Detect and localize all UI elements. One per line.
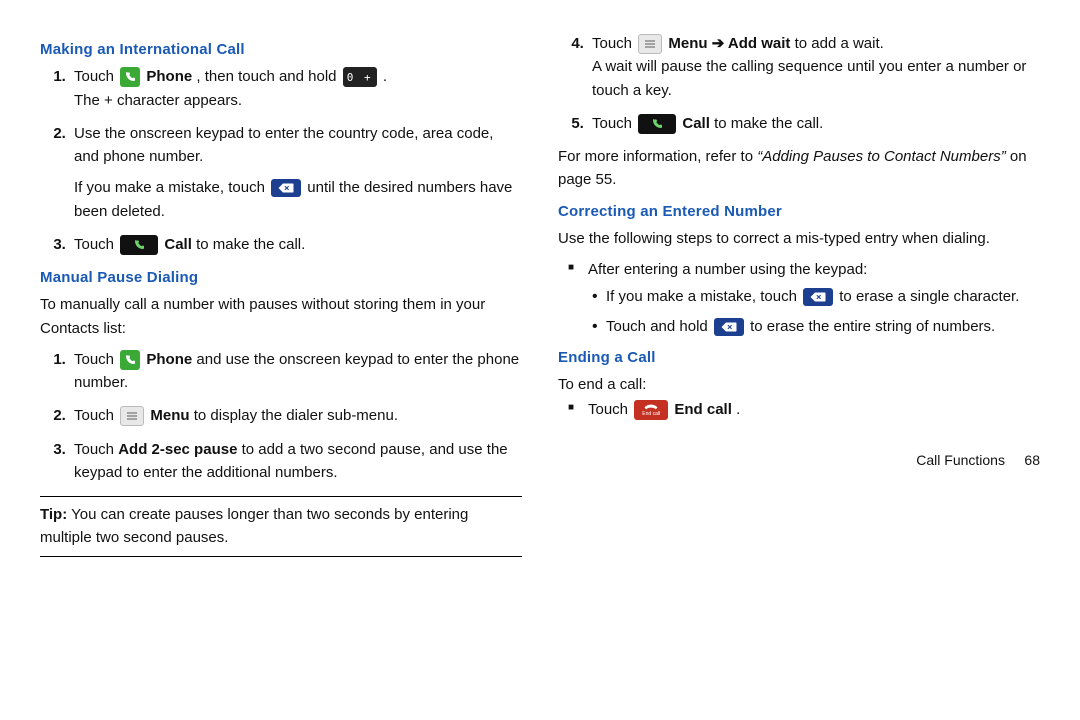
mistake-note: If you make a mistake, touch until the d… xyxy=(74,176,522,223)
text: to erase a single character. xyxy=(839,288,1019,305)
text: Touch xyxy=(74,68,118,85)
text: Touch and hold xyxy=(606,318,712,335)
corr-intro: Use the following steps to correct a mis… xyxy=(558,227,1040,250)
left-column: Making an International Call Touch Phone… xyxy=(40,30,522,557)
add-wait-label: Add wait xyxy=(728,35,791,52)
corr-sub-1: If you make a mistake, touch to erase a … xyxy=(606,285,1040,308)
text: Touch xyxy=(74,236,118,253)
call-button-icon xyxy=(638,114,676,134)
text: and use the onscreen keypad to enter the… xyxy=(74,351,519,391)
phone-label: Phone xyxy=(146,351,192,368)
heading-correcting-number: Correcting an Entered Number xyxy=(558,200,1040,223)
backspace-icon xyxy=(271,179,301,197)
text: The + character appears. xyxy=(74,89,522,112)
zero-key-icon: 0 + xyxy=(343,67,377,87)
backspace-icon xyxy=(714,318,744,336)
ref-title: “Adding Pauses to Contact Numbers” xyxy=(757,148,1005,165)
footer-page: 68 xyxy=(1024,452,1040,468)
intl-steps-list: Touch Phone , then touch and hold 0 + . … xyxy=(40,65,522,256)
tip-text: You can create pauses longer than two se… xyxy=(40,506,468,546)
heading-manual-pause: Manual Pause Dialing xyxy=(40,266,522,289)
footer-section: Call Functions xyxy=(916,452,1005,468)
mpd-step-2: Touch Menu to display the dialer sub-men… xyxy=(70,404,522,427)
mpd-step-3: Touch Add 2-sec pause to add a two secon… xyxy=(70,438,522,485)
text: . xyxy=(736,401,740,418)
heading-international-call: Making an International Call xyxy=(40,38,522,61)
text: Touch xyxy=(592,115,636,132)
corr-item: After entering a number using the keypad… xyxy=(588,258,1040,338)
text: to make the call. xyxy=(196,236,305,253)
arrow: ➔ xyxy=(712,35,728,52)
corr-list: After entering a number using the keypad… xyxy=(558,258,1040,338)
text: After entering a number using the keypad… xyxy=(588,261,867,278)
text: Touch xyxy=(74,351,118,368)
tip-label: Tip: xyxy=(40,506,67,523)
menu-label: Menu xyxy=(150,407,189,424)
text: Touch xyxy=(74,441,118,458)
text: to erase the entire string of numbers. xyxy=(750,318,995,335)
two-column-layout: Making an International Call Touch Phone… xyxy=(40,30,1040,557)
text: If you make a mistake, touch xyxy=(606,288,801,305)
wait-note: A wait will pause the calling sequence u… xyxy=(592,55,1040,102)
intl-step-2: Use the onscreen keypad to enter the cou… xyxy=(70,122,522,223)
text: to add a wait. xyxy=(795,35,884,52)
backspace-icon xyxy=(803,288,833,306)
phone-label: Phone xyxy=(146,68,192,85)
heading-ending-call: Ending a Call xyxy=(558,346,1040,369)
text: Touch xyxy=(74,407,118,424)
end-call-label: End call xyxy=(674,401,732,418)
end-intro: To end a call: xyxy=(558,373,1040,396)
call-label: Call xyxy=(164,236,192,253)
corr-sub-2: Touch and hold to erase the entire strin… xyxy=(606,315,1040,338)
add-pause-label: Add 2-sec pause xyxy=(118,441,237,458)
mpd-intro: To manually call a number with pauses wi… xyxy=(40,293,522,340)
page-footer: Call Functions 68 xyxy=(558,450,1040,472)
intl-step-1: Touch Phone , then touch and hold 0 + . … xyxy=(70,65,522,112)
menu-icon xyxy=(120,406,144,426)
mpd-step-5: Touch Call to make the call. xyxy=(588,112,1040,135)
mpd-step-1: Touch Phone and use the onscreen keypad … xyxy=(70,348,522,395)
text: If you make a mistake, touch xyxy=(74,179,269,196)
text: For more information, refer to xyxy=(558,148,757,165)
call-button-icon xyxy=(120,235,158,255)
text: Use the onscreen keypad to enter the cou… xyxy=(74,125,493,165)
phone-app-icon xyxy=(120,350,140,370)
tip-box: Tip: You can create pauses longer than t… xyxy=(40,496,522,557)
text: to make the call. xyxy=(714,115,823,132)
mpd-step-4: Touch Menu ➔ Add wait to add a wait. A w… xyxy=(588,32,1040,102)
mpd-steps-list: Touch Phone and use the onscreen keypad … xyxy=(40,348,522,484)
corr-sublist: If you make a mistake, touch to erase a … xyxy=(588,285,1040,338)
menu-icon xyxy=(638,34,662,54)
text: Touch xyxy=(588,401,632,418)
right-column: Touch Menu ➔ Add wait to add a wait. A w… xyxy=(558,30,1040,557)
text: to display the dialer sub-menu. xyxy=(194,407,398,424)
cross-reference: For more information, refer to “Adding P… xyxy=(558,145,1040,192)
mpd-steps-continued: Touch Menu ➔ Add wait to add a wait. A w… xyxy=(558,32,1040,135)
text: , then touch and hold xyxy=(196,68,340,85)
end-list: Touch End call End call . xyxy=(558,398,1040,421)
end-call-icon: End call xyxy=(634,400,668,420)
menu-label: Menu xyxy=(668,35,707,52)
text: Touch xyxy=(592,35,636,52)
phone-app-icon xyxy=(120,67,140,87)
call-label: Call xyxy=(682,115,710,132)
end-item: Touch End call End call . xyxy=(588,398,1040,421)
text: . xyxy=(383,68,387,85)
intl-step-3: Touch Call to make the call. xyxy=(70,233,522,256)
